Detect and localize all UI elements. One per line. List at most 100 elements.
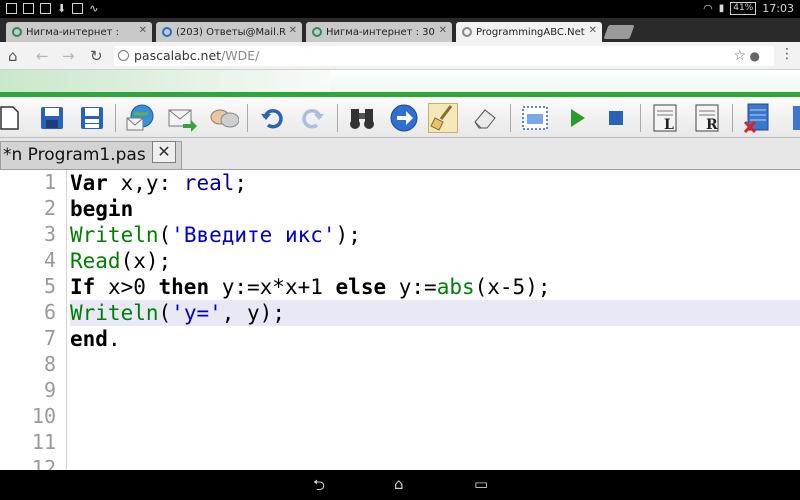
line-number: 6: [43, 300, 56, 324]
code-line[interactable]: Writeln('y=', y);: [70, 300, 800, 326]
microphone-icon[interactable]: ●: [750, 46, 760, 66]
code-token: , y);: [221, 301, 285, 325]
code-line[interactable]: end.: [70, 326, 800, 352]
code-token: (: [158, 223, 172, 247]
code-token: y:=x*x+1: [209, 275, 336, 299]
compile-button[interactable]: [520, 103, 550, 133]
code-token: abs: [436, 275, 475, 299]
find-button[interactable]: [347, 103, 377, 133]
line-number: 4: [43, 248, 56, 272]
undo-icon: [261, 108, 283, 129]
line-number: 8: [43, 352, 56, 376]
close-tab-icon[interactable]: ✕: [589, 25, 597, 36]
stop-button[interactable]: [601, 103, 631, 133]
bookmark-star-icon[interactable]: ☆: [733, 46, 746, 66]
code-line[interactable]: Read(x);: [70, 248, 800, 274]
new-tab-button[interactable]: [603, 25, 635, 39]
nigma-icon: [312, 27, 322, 37]
browser-tab-label: Нигма-интернет : 30: [326, 26, 435, 38]
forward-icon[interactable]: →: [62, 47, 75, 65]
handshake-icon: [210, 109, 239, 128]
url-host: pascalabc.net: [134, 48, 222, 63]
compile-icon: [522, 106, 548, 130]
home-icon[interactable]: ⌂: [394, 475, 404, 493]
language-r-button[interactable]: R: [693, 103, 723, 133]
code-token: );: [335, 223, 361, 247]
line-number: 1: [43, 170, 56, 194]
site-header-stripe: [0, 92, 800, 97]
home-icon[interactable]: ⌂: [8, 47, 18, 65]
run-button[interactable]: [562, 103, 592, 133]
clear-button[interactable]: [470, 103, 500, 133]
close-tab-icon[interactable]: ✕: [139, 25, 147, 36]
code-area[interactable]: Var x,y: real; begin Writeln('Введите икс'…: [70, 170, 800, 470]
code-line[interactable]: begin: [70, 196, 800, 222]
site-info-icon[interactable]: [118, 50, 129, 61]
signal-wave-icon: ∿: [89, 2, 99, 15]
code-token: x>0: [95, 275, 159, 299]
close-tab-icon[interactable]: ✕: [289, 25, 297, 36]
code-token: x,y:: [107, 171, 184, 195]
delete-button[interactable]: [742, 103, 772, 134]
ide-toolbar: L R: [0, 98, 800, 138]
code-line[interactable]: Var x,y: real;: [70, 170, 800, 196]
code-token: 'y=': [171, 301, 222, 325]
back-icon[interactable]: ⮌: [313, 475, 325, 500]
recent-apps-icon[interactable]: ▭: [474, 475, 488, 493]
floppy-icon: [41, 107, 63, 129]
save-button[interactable]: [37, 103, 67, 133]
cloud-button[interactable]: [209, 103, 239, 133]
undo-button[interactable]: [257, 103, 287, 133]
svg-text:L: L: [664, 117, 674, 133]
line-number: 9: [43, 378, 56, 402]
line-number: 7: [43, 326, 56, 350]
code-line[interactable]: If x>0 then y:=x*x+1 else y:=abs(x-5);: [70, 274, 800, 300]
file-notification-icon: [72, 3, 84, 14]
gallery-notification-icon: [40, 3, 51, 14]
url-path: /WDE/: [221, 48, 260, 63]
close-editor-tab-button[interactable]: ✕: [152, 141, 176, 163]
more-icon: [793, 106, 800, 130]
browser-tab-label: ProgrammingABC.Net: [476, 26, 585, 38]
line-number: 11: [31, 430, 56, 454]
line-number: 3: [43, 222, 56, 246]
toolbar-separator: [510, 104, 511, 132]
url-field[interactable]: pascalabc.net/WDE/ ☆ ●: [114, 46, 774, 66]
format-button[interactable]: [428, 103, 458, 133]
globe-icon: [462, 27, 472, 37]
browser-tab-2[interactable]: (203) Ответы@Mail.R ✕: [156, 22, 302, 42]
browser-tab-label: Нигма-интернет :: [26, 26, 119, 38]
toolbar-separator: [337, 104, 338, 132]
menu-icon[interactable]: ⋮: [780, 46, 794, 62]
line-number: 10: [31, 404, 56, 428]
code-line[interactable]: Writeln('Введите икс');: [70, 222, 800, 248]
server-delete-icon: [743, 103, 769, 134]
close-tab-icon[interactable]: ✕: [439, 25, 447, 36]
stop-icon: [609, 111, 623, 125]
goto-button[interactable]: [389, 103, 419, 133]
browser-tab-label: (203) Ответы@Mail.R: [176, 26, 286, 38]
more-button[interactable]: [784, 103, 800, 133]
code-editor[interactable]: 1 2 3 4 5 6 7 8 9 10 11 12 Var x,y: real; begin Write…: [0, 170, 800, 470]
clock: 17:03: [762, 2, 794, 15]
browser-tab-4[interactable]: ProgrammingABC.Net ✕: [456, 22, 602, 42]
redo-button[interactable]: [298, 103, 328, 133]
browser-tab-3[interactable]: Нигма-интернет : 30 ✕: [306, 22, 452, 42]
code-token: Writeln: [70, 223, 159, 247]
battery-indicator: 41%: [730, 2, 757, 15]
language-l-button[interactable]: L: [651, 103, 681, 133]
floppy-multi-icon: [81, 107, 103, 129]
download-icon: ⬇: [57, 2, 67, 15]
browser-tab-1[interactable]: Нигма-интернет : ✕: [6, 22, 152, 42]
new-file-icon: [0, 106, 19, 130]
mail-send-icon: [168, 109, 197, 132]
back-icon[interactable]: ←: [36, 47, 49, 65]
save-all-button[interactable]: [77, 103, 107, 133]
code-token: (x);: [120, 249, 172, 273]
pascal-l-icon: L: [653, 104, 677, 133]
reload-icon[interactable]: ↻: [90, 47, 103, 65]
share-web-button[interactable]: [125, 103, 155, 133]
send-button[interactable]: [167, 103, 197, 133]
code-token: ;: [234, 171, 248, 195]
new-file-button[interactable]: [0, 103, 24, 133]
